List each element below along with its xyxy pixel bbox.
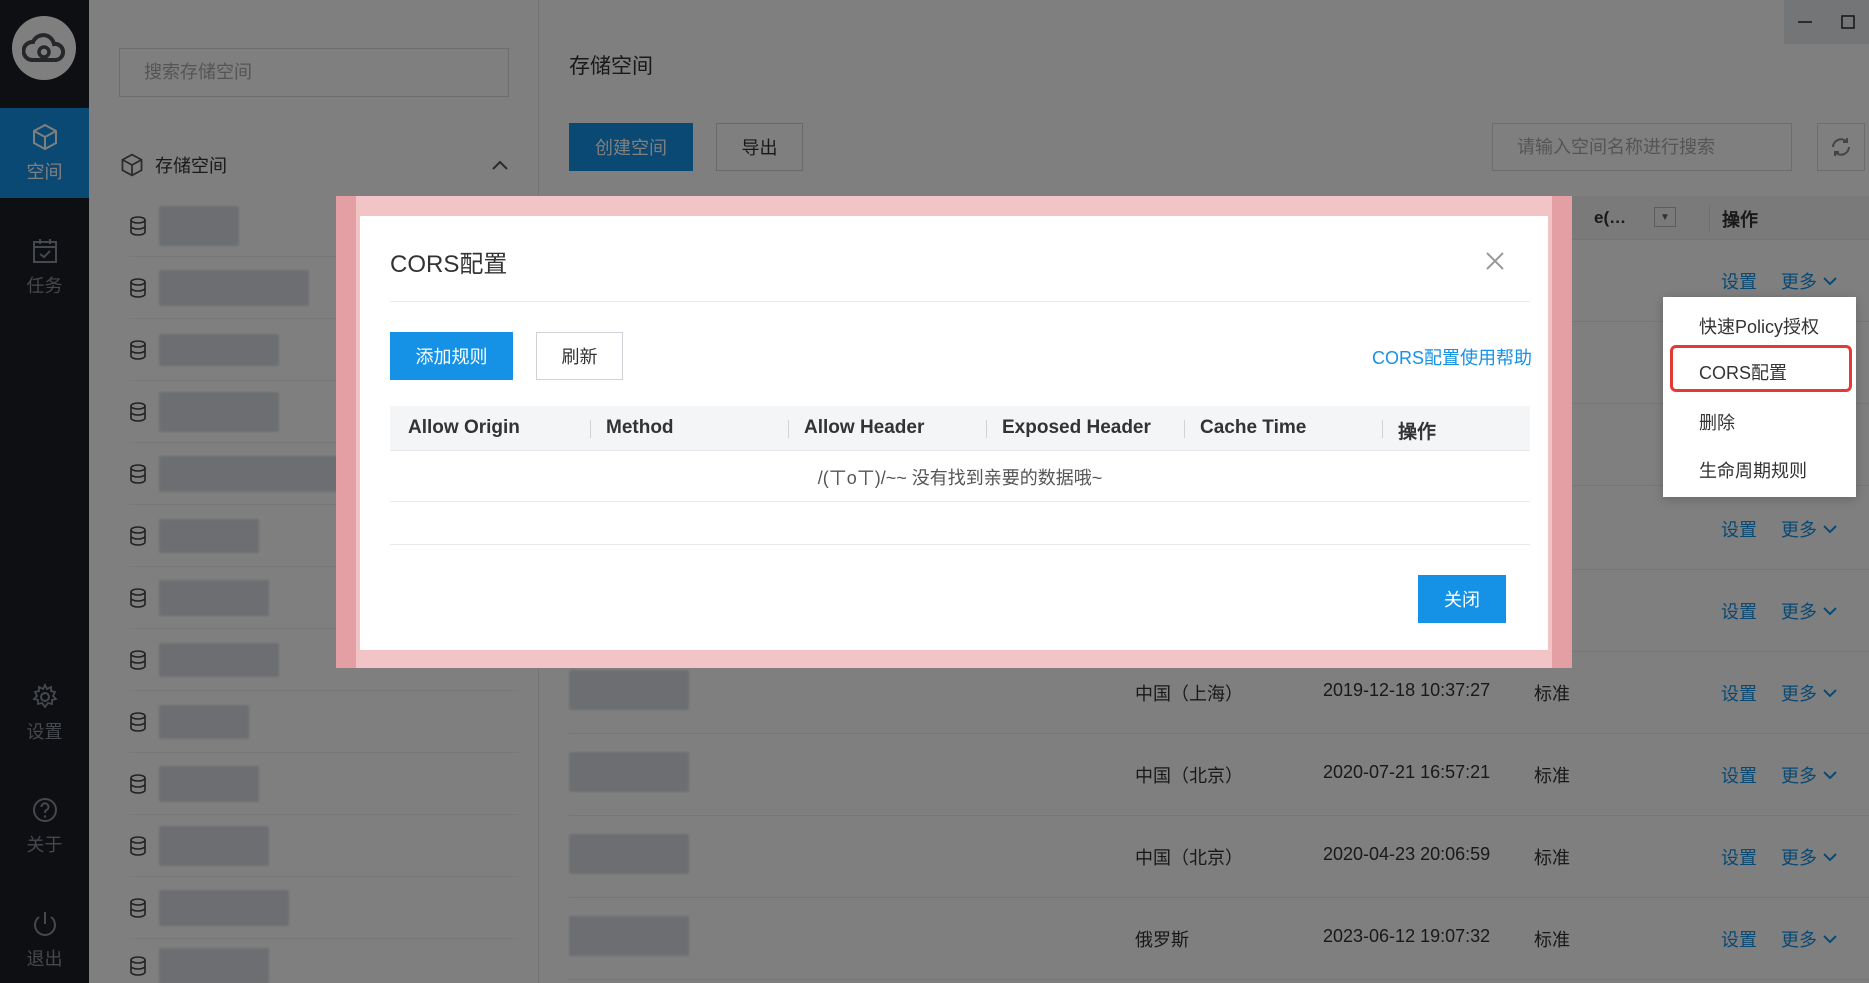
empty-state-text: /(ㄒoㄒ)/~~ 没有找到亲要的数据哦~ bbox=[390, 452, 1530, 502]
column-separator bbox=[590, 420, 591, 438]
column-separator bbox=[1382, 420, 1383, 438]
dialog-divider bbox=[390, 301, 1530, 302]
column-separator bbox=[788, 420, 789, 438]
dialog-title: CORS配置 bbox=[390, 251, 508, 278]
menu-item-lifecycle[interactable]: 生命周期规则 bbox=[1699, 457, 1807, 483]
cors-help-link[interactable]: CORS配置使用帮助 bbox=[1372, 344, 1532, 370]
dialog-footer-divider bbox=[390, 544, 1530, 545]
column-exposed-header: Exposed Header bbox=[1002, 417, 1151, 438]
add-rule-button[interactable]: 添加规则 bbox=[390, 332, 513, 380]
menu-item-cors[interactable]: CORS配置 bbox=[1699, 359, 1787, 385]
column-operation: 操作 bbox=[1398, 422, 1437, 443]
column-separator bbox=[1184, 420, 1185, 438]
column-method: Method bbox=[606, 417, 674, 438]
column-allow-header: Allow Header bbox=[804, 417, 925, 438]
cors-table-header: Allow Origin Method Allow Header Exposed… bbox=[390, 406, 1530, 451]
menu-item-policy[interactable]: 快速Policy授权 bbox=[1699, 313, 1819, 339]
close-icon[interactable] bbox=[1480, 246, 1510, 276]
more-dropdown-menu: 快速Policy授权 CORS配置 删除 生命周期规则 bbox=[1663, 297, 1856, 497]
refresh-rules-button[interactable]: 刷新 bbox=[536, 332, 623, 380]
column-separator bbox=[986, 420, 987, 438]
column-cache-time: Cache Time bbox=[1200, 417, 1307, 438]
menu-item-delete[interactable]: 删除 bbox=[1699, 409, 1735, 435]
cors-config-dialog: CORS配置 添加规则 刷新 CORS配置使用帮助 Allow Origin M… bbox=[360, 216, 1548, 650]
column-allow-origin: Allow Origin bbox=[408, 417, 520, 438]
close-dialog-button[interactable]: 关闭 bbox=[1418, 575, 1506, 623]
